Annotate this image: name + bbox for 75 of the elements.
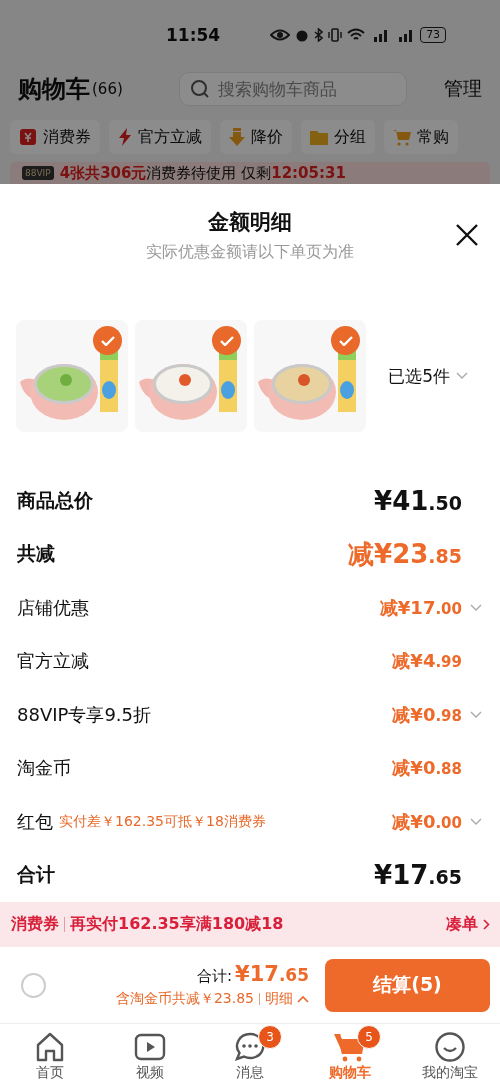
nav-label: 消息 — [236, 1063, 264, 1082]
row-amount: ¥17.65 — [374, 860, 462, 891]
lightning-icon — [118, 128, 132, 146]
chat-icon — [234, 1030, 266, 1063]
cart-icon — [393, 128, 411, 146]
nav-tab[interactable]: 3 消息 — [200, 1024, 300, 1085]
filter-chip[interactable]: 降价 — [220, 120, 292, 154]
row-amount: 减¥0.98 — [392, 702, 462, 727]
total-amount: ¥17.65 — [235, 962, 309, 986]
home-icon — [34, 1030, 66, 1063]
row-amount: ¥41.50 — [374, 485, 462, 516]
filter-chip[interactable]: 常购 — [384, 120, 458, 154]
row-amount: 减¥0.88 — [392, 756, 462, 781]
chevron-down-icon[interactable] — [470, 710, 482, 719]
row-label: 官方立减 — [17, 649, 89, 674]
count-badge: 3 — [258, 1024, 282, 1049]
down-arrow-icon — [229, 128, 245, 146]
smiley-icon — [434, 1030, 466, 1063]
nav-label: 视频 — [136, 1063, 164, 1082]
nav-tab[interactable]: 我的淘宝 — [400, 1024, 500, 1085]
nav-label: 我的淘宝 — [422, 1063, 478, 1082]
chevron-up-icon — [297, 995, 309, 1003]
wifi-icon — [347, 28, 366, 42]
row-label: 红包 — [17, 809, 53, 834]
status-time: 11:54 — [166, 25, 221, 45]
close-button[interactable] — [456, 224, 478, 246]
row-amount: 减¥0.00 — [392, 809, 462, 834]
item-count: (66) — [92, 80, 123, 98]
search-field[interactable]: 搜索购物车商品 — [178, 72, 407, 106]
chevron-down-icon[interactable] — [470, 817, 482, 826]
nav-tab[interactable]: 5 购物车 — [300, 1024, 400, 1085]
folder-icon — [310, 129, 328, 145]
coupon-icon — [19, 128, 37, 146]
manage-button[interactable]: 管理 — [444, 76, 482, 102]
vibrate-icon — [328, 28, 343, 42]
bluetooth-icon — [314, 28, 324, 42]
nav-tab[interactable]: 首页 — [0, 1024, 100, 1085]
row-label: 共减 — [17, 541, 55, 567]
row-label: 88VIP专享9.5折 — [17, 702, 151, 727]
row-amount: 减¥23.85 — [348, 537, 462, 571]
page-title: 购物车 — [18, 74, 90, 105]
coupon-text: 再实付162.35享满180减18 — [70, 914, 284, 935]
row-label: 淘金币 — [17, 756, 71, 781]
select-all-radio[interactable] — [21, 972, 46, 998]
battery-indicator: 73 — [420, 27, 447, 43]
row-amount: 减¥17.00 — [379, 595, 462, 620]
search-icon — [189, 79, 210, 99]
banner-text: 4张共306元消费券待使用 仅剩12:05:31 — [59, 164, 346, 182]
coupon-tag: 消费券 — [11, 914, 59, 935]
savings-text: 含淘金币共减￥23.85 — [115, 990, 254, 1008]
eye-icon — [270, 29, 291, 41]
chevron-down-icon[interactable] — [470, 603, 482, 612]
checkout-button[interactable]: 结算(5) — [325, 958, 490, 1012]
detail-toggle[interactable]: 明细 — [265, 990, 309, 1008]
add-items-link[interactable]: 凑单 — [446, 914, 490, 935]
count-badge: 5 — [357, 1024, 381, 1049]
sheet-title: 金额明细 — [208, 209, 292, 236]
row-amount: 减¥4.99 — [392, 649, 462, 674]
total-label: 合计: — [196, 967, 233, 986]
nav-label: 首页 — [36, 1063, 64, 1082]
filter-chip[interactable]: 分组 — [301, 120, 375, 154]
filter-chip[interactable]: 消费券 — [10, 120, 100, 154]
filter-chip[interactable]: 官方立减 — [109, 120, 211, 154]
nav-label: 购物车 — [329, 1063, 371, 1082]
row-label: 店铺优惠 — [17, 595, 89, 620]
chevron-right-icon — [483, 919, 490, 930]
vip-badge: 88VIP — [22, 166, 54, 180]
row-note: 实付差￥162.35可抵￥18消费券 — [59, 812, 266, 831]
nav-tab[interactable]: 视频 — [100, 1024, 200, 1085]
selected-count-button[interactable]: 已选5件 — [388, 364, 468, 388]
row-label: 合计 — [17, 862, 55, 888]
close-icon — [456, 224, 478, 246]
chevron-down-icon — [456, 372, 468, 380]
sheet-subtitle: 实际优惠金额请以下单页为准 — [146, 242, 354, 263]
row-label: 商品总价 — [17, 487, 93, 513]
